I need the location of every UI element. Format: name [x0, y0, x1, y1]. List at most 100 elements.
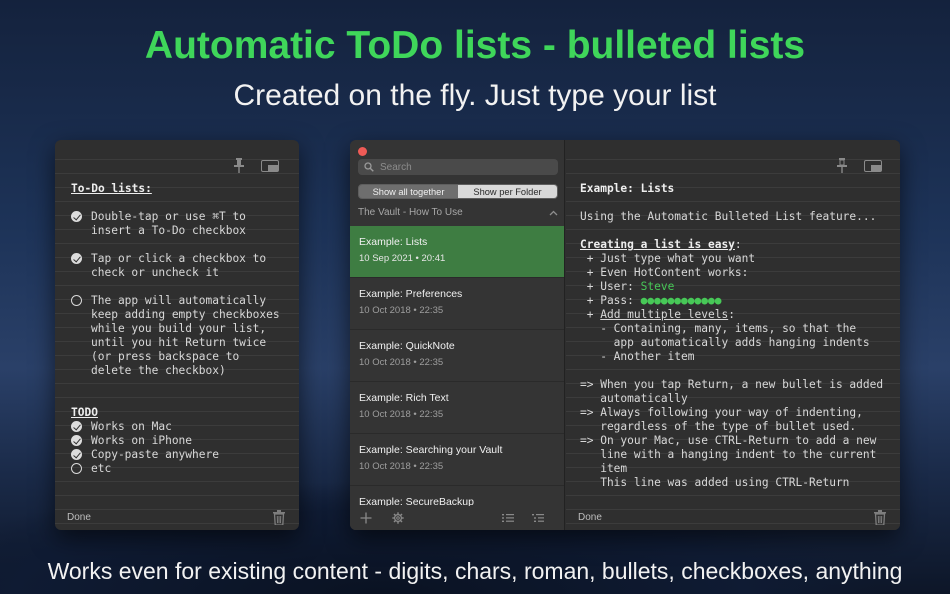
arrow-line: item	[580, 462, 628, 475]
note-title: Example: Lists	[580, 182, 675, 195]
note-list-item-title: Example: Lists	[359, 236, 428, 248]
note-list-item[interactable]: Example: QuickNote 10 Oct 2018 • 22:35	[350, 330, 564, 382]
bullet-line: + Just type what you want	[580, 252, 756, 265]
search-input[interactable]	[380, 161, 550, 173]
folder-title: The Vault - How To Use	[358, 207, 463, 218]
checked-checkbox-icon[interactable]	[71, 449, 82, 460]
trash-icon[interactable]	[874, 509, 886, 525]
note-list-item-date: 10 Oct 2018 • 22:35	[359, 409, 444, 420]
panel-icon[interactable]	[864, 159, 882, 172]
note-list-item-title: Example: QuickNote	[359, 340, 455, 352]
sidebar-bottom-bar	[350, 506, 564, 530]
bullet-pass-line: + Pass: ●●●●●●●●●●●●	[580, 294, 892, 308]
note-toolbar	[233, 158, 279, 173]
unchecked-checkbox-icon[interactable]	[71, 295, 82, 306]
todo-checklist: Works on Mac Works on iPhone Copy-paste an…	[71, 420, 291, 476]
note-list-item[interactable]: Example: Lists 10 Sep 2021 • 20:41	[350, 226, 564, 278]
arrow-line: line with a hanging indent to the curren…	[580, 448, 877, 461]
indented-list-icon[interactable]	[532, 512, 544, 524]
note-list-item[interactable]: Example: Preferences 10 Oct 2018 • 22:35	[350, 278, 564, 330]
segment-show-per-folder[interactable]: Show per Folder	[458, 185, 557, 198]
note-bottom-bar: Done	[55, 504, 299, 530]
sub-bullet-line: - Another item	[580, 350, 695, 363]
checklist-item-text: Works on Mac	[91, 420, 172, 433]
checklist-item: etc	[71, 462, 291, 476]
bullet-list-icon[interactable]	[502, 512, 514, 524]
todo-note-content[interactable]: To-Do lists: Double-tap or use ⌘T to ins…	[71, 182, 291, 476]
bullet-user-line: + User: Steve	[580, 280, 892, 294]
search-box[interactable]	[358, 159, 558, 175]
note-list-item-date: 10 Oct 2018 • 22:35	[359, 305, 444, 316]
note-list-item-title: Example: Searching your Vault	[359, 444, 503, 456]
checklist-item-text: The app will automatically keep adding e…	[91, 294, 280, 377]
checked-checkbox-icon[interactable]	[71, 253, 82, 264]
todo-lists-heading: To-Do lists:	[71, 182, 152, 195]
pin-icon[interactable]	[836, 158, 848, 173]
arrow-line: This line was added using CTRL-Return	[580, 476, 850, 489]
add-icon[interactable]	[360, 512, 372, 524]
todo-note-window: To-Do lists: Double-tap or use ⌘T to ins…	[55, 140, 299, 530]
user-prefix: + User:	[580, 280, 641, 293]
subhead: Created on the fly. Just type your list	[233, 79, 717, 112]
creating-list-line: Creating a list is easy:	[580, 238, 892, 252]
arrow-line: regardless of the type of bullet used.	[580, 420, 857, 433]
arrow-line: => Always following your way of indentin…	[580, 406, 863, 419]
pass-value: ●●●●●●●●●●●●	[640, 294, 722, 307]
checklist-item: Works on Mac	[71, 420, 291, 434]
bullet-line: + Even HotContent works:	[580, 266, 749, 279]
bullet-levels-line: + Add multiple levels:	[580, 308, 892, 322]
checklist-item: The app will automatically keep adding e…	[71, 294, 291, 378]
close-window-button[interactable]	[358, 147, 367, 156]
checklist-item-text: Copy-paste anywhere	[91, 448, 219, 461]
user-value: Steve	[640, 280, 675, 293]
heading-colon: :	[734, 238, 742, 251]
checked-checkbox-icon[interactable]	[71, 435, 82, 446]
trash-icon[interactable]	[273, 509, 285, 525]
editor-bottom-bar: Done	[566, 504, 900, 530]
checklist-item-text: etc	[91, 462, 112, 475]
pass-prefix: + Pass:	[580, 294, 641, 307]
headline: Automatic ToDo lists - bulleted lists	[144, 24, 806, 67]
checklist-item-text: Tap or click a checkbox to check or unch…	[91, 252, 267, 279]
vault-window: Show all together Show per Folder The Va…	[350, 140, 900, 530]
todo-heading: TODO	[71, 406, 98, 419]
unchecked-checkbox-icon[interactable]	[71, 463, 82, 474]
note-list-item-title: Example: Rich Text	[359, 392, 449, 404]
checklist-item: Copy-paste anywhere	[71, 448, 291, 462]
search-icon	[364, 162, 374, 172]
chevron-up-icon[interactable]	[549, 210, 558, 216]
done-button[interactable]: Done	[67, 512, 91, 523]
gear-icon[interactable]	[392, 512, 404, 524]
creating-list-heading: Creating a list is easy	[580, 238, 735, 251]
note-list-item-date: 10 Oct 2018 • 22:35	[359, 357, 444, 368]
note-list-item[interactable]: Example: Searching your Vault 10 Oct 2018…	[350, 434, 564, 486]
sub-bullet-line: app automatically adds hanging indents	[580, 336, 870, 349]
checklist-item-text: Double-tap or use ⌘T to insert a To-Do c…	[91, 210, 246, 237]
sidebar: Show all together Show per Folder The Va…	[350, 140, 565, 530]
levels-prefix: +	[580, 308, 601, 321]
levels-heading: Add multiple levels	[600, 308, 729, 321]
note-intro: Using the Automatic Bulleted List featur…	[580, 210, 877, 223]
note-list-item-date: 10 Oct 2018 • 22:35	[359, 461, 444, 472]
checklist-item: Works on iPhone	[71, 434, 291, 448]
todo-list: Double-tap or use ⌘T to insert a To-Do c…	[71, 210, 291, 378]
segment-show-all-together[interactable]: Show all together	[359, 185, 458, 198]
editor-toolbar	[836, 158, 882, 173]
checklist-item-text: Works on iPhone	[91, 434, 193, 447]
checklist-item: Double-tap or use ⌘T to insert a To-Do c…	[71, 210, 291, 238]
done-button[interactable]: Done	[578, 512, 602, 523]
sub-bullet-line: - Containing, many, items, so that the	[580, 322, 857, 335]
pin-icon[interactable]	[233, 158, 245, 173]
heading-colon: :	[728, 308, 735, 321]
checklist-item: Tap or click a checkbox to check or unch…	[71, 252, 291, 280]
checked-checkbox-icon[interactable]	[71, 421, 82, 432]
checked-checkbox-icon[interactable]	[71, 211, 82, 222]
note-list-item[interactable]: Example: Rich Text 10 Oct 2018 • 22:35	[350, 382, 564, 434]
note-list-item-date: 10 Sep 2021 • 20:41	[359, 253, 446, 264]
note-list-item-title: Example: Preferences	[359, 288, 463, 300]
note-list: Example: Lists 10 Sep 2021 • 20:41 Example…	[350, 226, 564, 530]
panel-icon[interactable]	[261, 159, 279, 172]
folder-header[interactable]: The Vault - How To Use	[358, 207, 558, 218]
footer-tagline: Works even for existing content - digits…	[47, 558, 903, 584]
editor-content[interactable]: Example: Lists Using the Automatic Bulle…	[580, 182, 892, 490]
